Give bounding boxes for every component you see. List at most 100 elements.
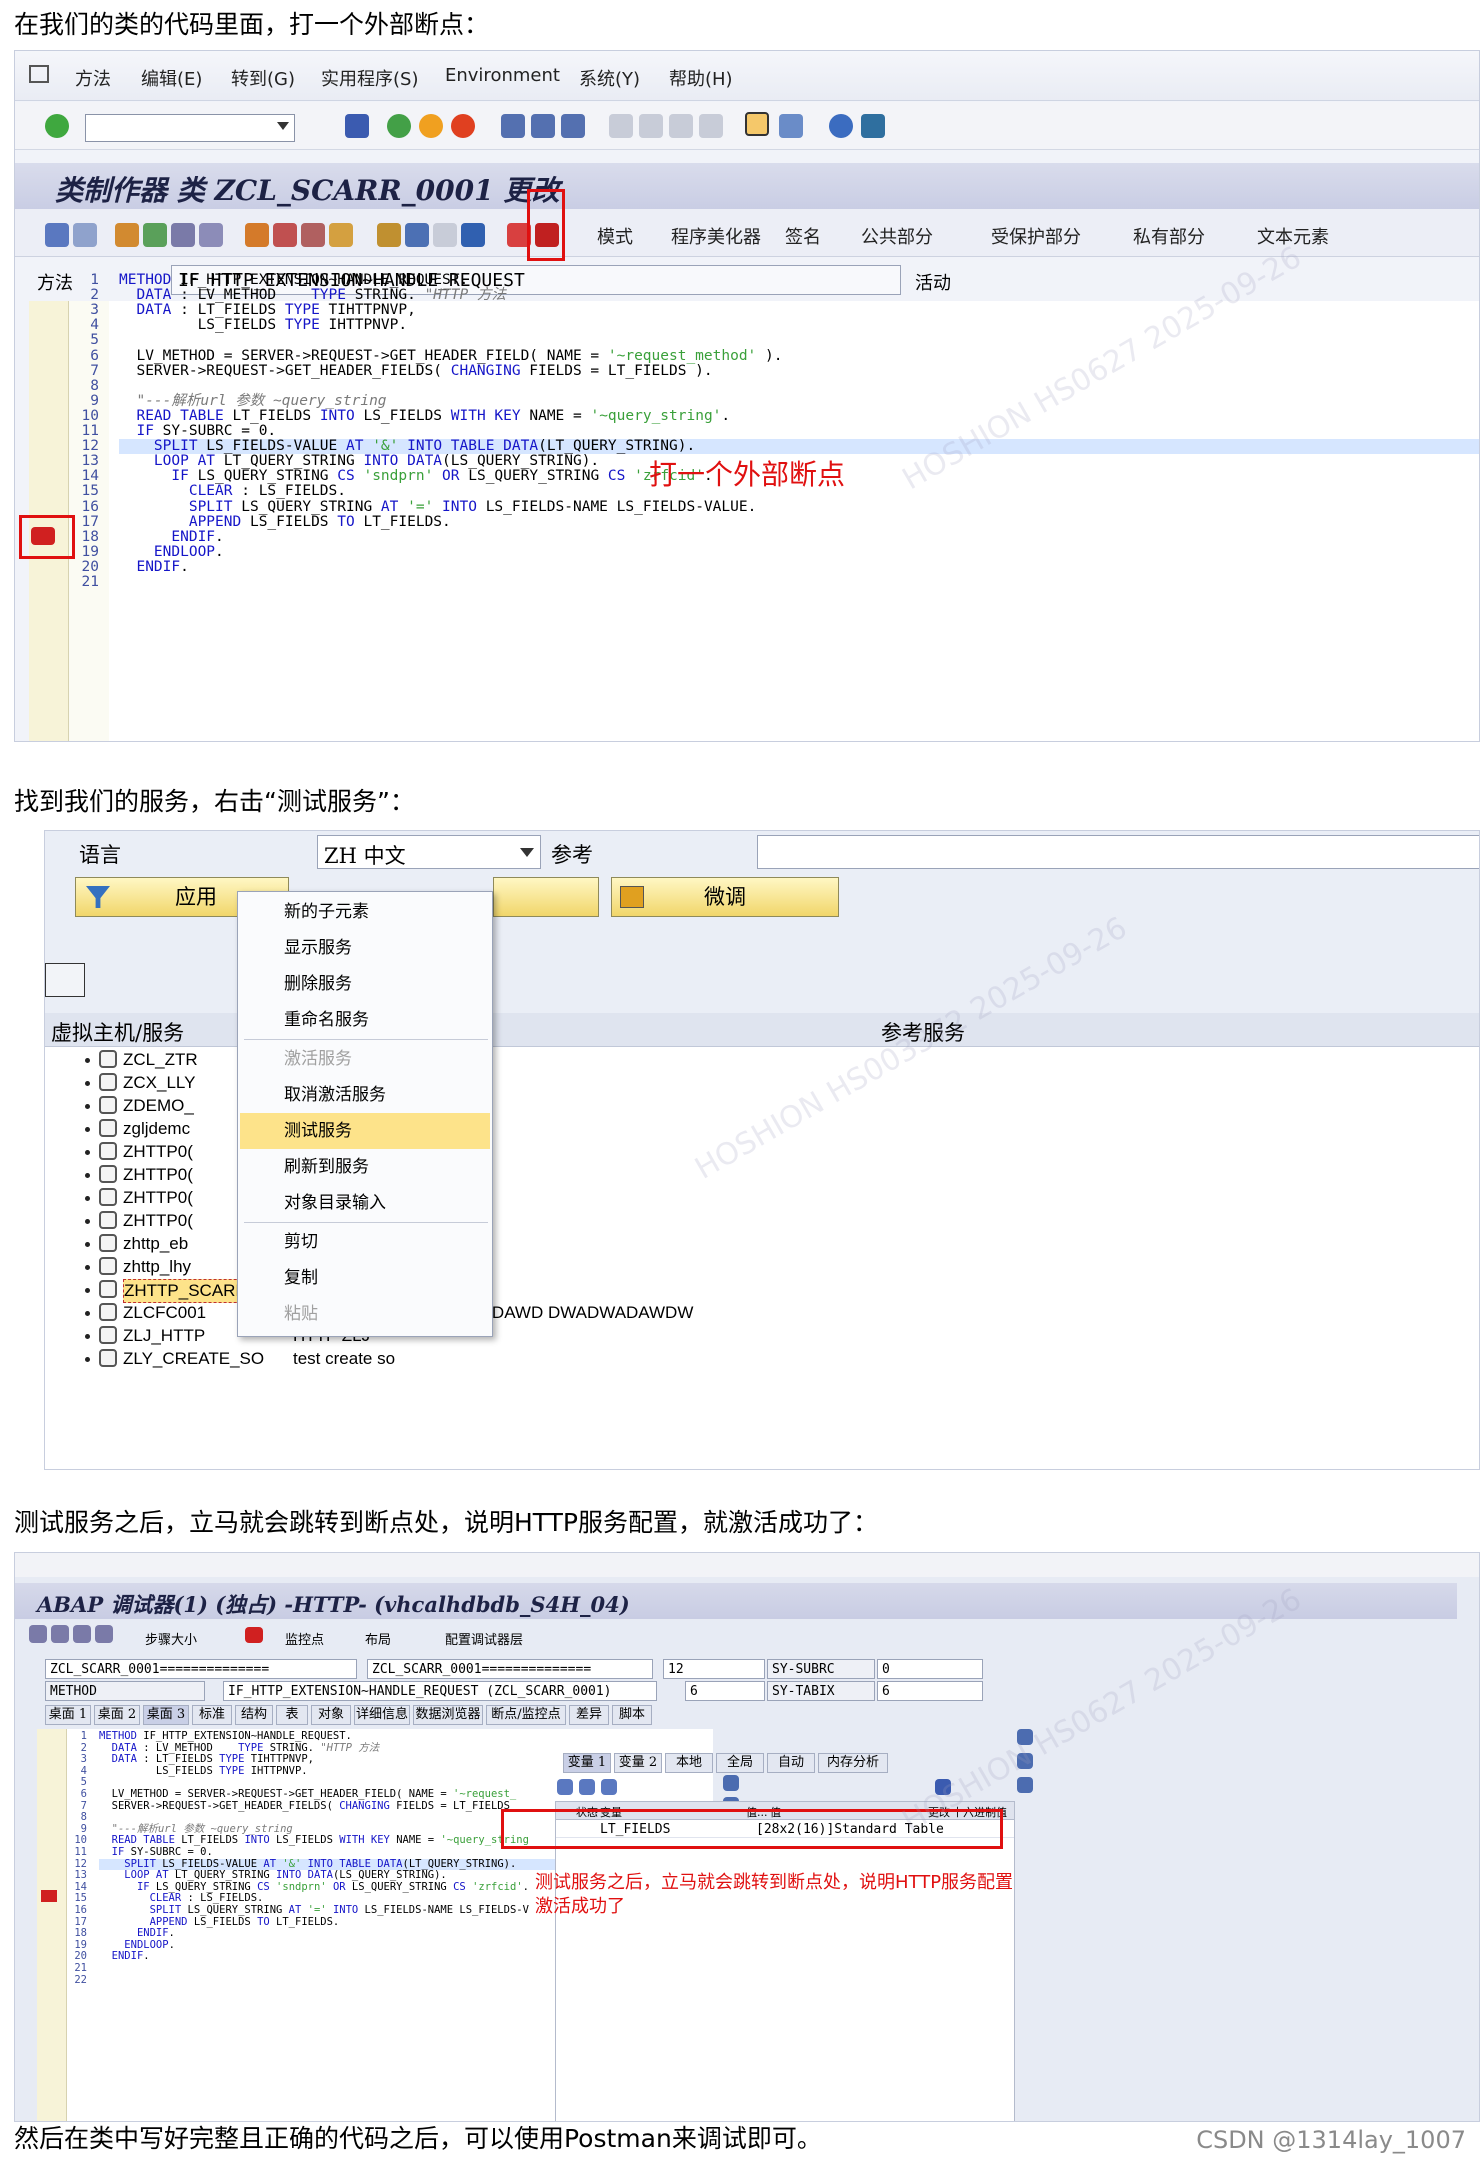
code-line[interactable]: ENDIF. bbox=[119, 529, 1479, 545]
shortcut-icon[interactable] bbox=[779, 114, 803, 138]
code-line[interactable]: DATA : LV_METHOD TYPE STRING. "HTTP 方法 bbox=[119, 288, 1479, 303]
save-icon[interactable] bbox=[935, 1779, 951, 1795]
import-icon[interactable] bbox=[601, 1779, 617, 1795]
code-line[interactable]: LS_FIELDS TYPE IHTTPNVP. bbox=[119, 318, 1479, 333]
right-icon-2[interactable] bbox=[1017, 1753, 1033, 1769]
code-line[interactable]: LV_METHOD = SERVER->REQUEST->GET_HEADER_… bbox=[119, 348, 1479, 364]
code-line[interactable]: SERVER->REQUEST->GET_HEADER_FIELDS( CHAN… bbox=[119, 363, 1479, 379]
desktop-tab-10[interactable]: 差异 bbox=[569, 1705, 609, 1725]
language-select[interactable]: ZH 中文 bbox=[317, 835, 541, 869]
column-host-services[interactable]: 虚拟主机/服务 bbox=[51, 1017, 184, 1047]
navigation-icon[interactable] bbox=[329, 223, 353, 247]
code-line[interactable]: DATA : LT_FIELDS TYPE TIHTTPNVP, bbox=[119, 303, 1479, 318]
menu-item-method[interactable]: 方法 bbox=[75, 65, 111, 91]
help-icon[interactable] bbox=[829, 114, 853, 138]
variable-tab-0[interactable]: 变量 1 bbox=[563, 1753, 611, 1773]
tree-bullet-icon[interactable] bbox=[85, 1081, 90, 1086]
back-arrow-icon[interactable] bbox=[45, 223, 69, 247]
column-reference-service[interactable]: 参考服务 bbox=[881, 1017, 965, 1047]
protected-section-button[interactable]: 受保护部分 bbox=[991, 223, 1081, 249]
code-line[interactable]: IF SY-SUBRC = 0. bbox=[119, 423, 1479, 439]
menu-item-0[interactable]: 新的子元素 bbox=[240, 894, 490, 930]
sytabix-value[interactable]: 6 bbox=[877, 1681, 983, 1701]
tree-bullet-icon[interactable] bbox=[85, 1334, 90, 1339]
step-into-icon[interactable] bbox=[29, 1625, 47, 1643]
where-used-icon[interactable] bbox=[273, 223, 297, 247]
code-line[interactable]: METHOD IF_HTTP_EXTENSION~HANDLE_REQUEST. bbox=[99, 1730, 713, 1743]
sysubrc-value[interactable]: 0 bbox=[877, 1659, 983, 1679]
window-icon[interactable] bbox=[433, 223, 457, 247]
desktop-tab-11[interactable]: 脚本 bbox=[612, 1705, 652, 1725]
variable-tab-1[interactable]: 变量 2 bbox=[614, 1753, 662, 1773]
public-section-button[interactable]: 公共部分 bbox=[861, 223, 933, 249]
code-editor[interactable]: 1 METHOD IF_HTTP_EXTENSION~HANDLE_REQUEST… bbox=[29, 272, 1479, 741]
menu-item-3[interactable]: 重命名服务 bbox=[240, 1002, 490, 1038]
step-over-icon[interactable] bbox=[51, 1625, 69, 1643]
code-line[interactable] bbox=[119, 333, 1479, 348]
activate-icon[interactable] bbox=[199, 223, 223, 247]
chevron-down-icon[interactable] bbox=[520, 848, 534, 857]
right-icon-1[interactable] bbox=[1017, 1729, 1033, 1745]
pattern-button[interactable]: 模式 bbox=[597, 223, 633, 249]
hierarchy-icon[interactable] bbox=[377, 223, 401, 247]
line-field-2[interactable]: 6 bbox=[685, 1681, 765, 1701]
display-change-icon[interactable] bbox=[115, 223, 139, 247]
confirm-icon[interactable] bbox=[45, 114, 69, 138]
breakpoint-icon[interactable] bbox=[245, 1627, 263, 1643]
pretty-printer-icon[interactable] bbox=[405, 223, 429, 247]
find-icon[interactable] bbox=[531, 114, 555, 138]
command-field[interactable] bbox=[85, 114, 295, 142]
tree-bullet-icon[interactable] bbox=[85, 1150, 90, 1155]
print-icon[interactable] bbox=[501, 114, 525, 138]
step-size-button[interactable]: 步骤大小 bbox=[145, 1629, 197, 1648]
object-list-icon[interactable] bbox=[301, 223, 325, 247]
dropdown-icon[interactable] bbox=[277, 122, 289, 130]
tree-bullet-icon[interactable] bbox=[85, 1173, 90, 1178]
forward-arrow-icon[interactable] bbox=[73, 223, 97, 247]
save-icon[interactable] bbox=[345, 114, 369, 138]
tree-bullet-icon[interactable] bbox=[85, 1288, 90, 1293]
variable-tab-3[interactable]: 全局 bbox=[716, 1753, 764, 1773]
menu-item-goto[interactable]: 转到(G) bbox=[231, 65, 295, 91]
program-field[interactable]: ZCL_SCARR_0001============== bbox=[45, 1659, 357, 1679]
desktop-tab-7[interactable]: 详细信息 bbox=[354, 1705, 410, 1725]
menu-item-7[interactable]: 刷新到服务 bbox=[240, 1149, 490, 1185]
next-page-icon[interactable] bbox=[669, 114, 693, 138]
layout-icon[interactable] bbox=[861, 114, 885, 138]
code-line[interactable]: METHOD IF_HTTP_EXTENSION~HANDLE_REQUEST. bbox=[119, 272, 1479, 288]
desktop-tab-6[interactable]: 对象 bbox=[311, 1705, 351, 1725]
tree-bullet-icon[interactable] bbox=[85, 1242, 90, 1247]
signature-button[interactable]: 签名 bbox=[785, 223, 821, 249]
method-value[interactable]: IF_HTTP_EXTENSION~HANDLE_REQUEST (ZCL_SC… bbox=[223, 1681, 657, 1701]
first-page-icon[interactable] bbox=[609, 114, 633, 138]
pretty-printer-button[interactable]: 程序美化器 bbox=[671, 223, 761, 249]
tree-bullet-icon[interactable] bbox=[85, 1127, 90, 1132]
variable-tab-4[interactable]: 自动 bbox=[767, 1753, 815, 1773]
filter-icon[interactable] bbox=[579, 1779, 595, 1795]
code-line[interactable]: SPLIT LS_QUERY_STRING AT '=' INTO LS_FIE… bbox=[119, 499, 1479, 515]
code-line[interactable] bbox=[119, 379, 1479, 394]
info-icon[interactable] bbox=[461, 223, 485, 247]
desktop-tab-9[interactable]: 断点/监控点 bbox=[486, 1705, 566, 1725]
tree-bullet-icon[interactable] bbox=[85, 1196, 90, 1201]
code-line[interactable]: SPLIT LS_FIELDS-VALUE AT '&' INTO TABLE … bbox=[119, 438, 1479, 455]
tree-bullet-icon[interactable] bbox=[85, 1219, 90, 1224]
menu-item-9[interactable]: 剪切 bbox=[240, 1224, 490, 1260]
print-tree-icon[interactable] bbox=[45, 963, 85, 997]
find-next-icon[interactable] bbox=[561, 114, 585, 138]
desktop-tab-0[interactable]: 桌面 1 bbox=[45, 1705, 91, 1725]
prev-page-icon[interactable] bbox=[639, 114, 663, 138]
back-icon[interactable] bbox=[387, 114, 411, 138]
menu-item-10[interactable]: 复制 bbox=[240, 1260, 490, 1296]
desktop-tab-4[interactable]: 结构 bbox=[235, 1705, 273, 1725]
exit-icon[interactable] bbox=[419, 114, 443, 138]
menu-item-edit[interactable]: 编辑(E) bbox=[141, 65, 202, 91]
continue-icon[interactable] bbox=[95, 1625, 113, 1643]
code-line[interactable]: ENDLOOP. bbox=[119, 544, 1479, 560]
breakpoint-icon[interactable] bbox=[31, 527, 55, 545]
new-session-icon[interactable] bbox=[745, 112, 769, 136]
code-line[interactable]: READ TABLE LT_FIELDS INTO LS_FIELDS WITH… bbox=[119, 408, 1479, 424]
current-line-icon[interactable] bbox=[41, 1890, 57, 1902]
debugger-gutter[interactable] bbox=[37, 1729, 67, 2121]
code-line[interactable]: APPEND LS_FIELDS TO LT_FIELDS. bbox=[119, 514, 1479, 530]
